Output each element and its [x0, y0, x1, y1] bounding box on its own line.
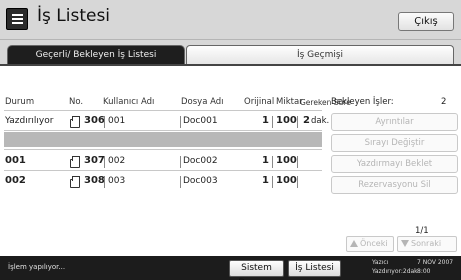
status-message: İşlem yapılıyor... [8, 263, 66, 271]
details-button[interactable]: Ayrıntılar [331, 113, 458, 131]
job-list-button[interactable]: İş Listesi [288, 260, 341, 277]
column-separator [297, 116, 298, 128]
row-divider [4, 130, 322, 131]
row-quantity: 100 [276, 115, 297, 126]
column-separator [272, 176, 273, 188]
status-time: 8:00 [417, 268, 431, 275]
status-date: 7 NOV 2007 [417, 259, 454, 266]
column-separator [180, 176, 181, 188]
row-job-number: 307 [84, 155, 105, 166]
title-bar: İş Listesi Çıkış [0, 0, 461, 40]
row-job-number: 306 [84, 115, 105, 126]
column-separator [272, 156, 273, 168]
row-original: 1 [262, 155, 269, 166]
column-separator [297, 176, 298, 188]
pending-jobs-label: Bekleyen İşler: [331, 97, 394, 107]
page-indicator: 1/1 [415, 226, 429, 236]
row-divider [4, 170, 322, 171]
row-user: 002 [108, 156, 126, 166]
delete-reservation-button[interactable]: Rezervasyonu Sil [331, 176, 458, 194]
row-time-unit: dak. [311, 116, 330, 126]
printer-icon [70, 116, 80, 128]
row-original: 1 [262, 175, 269, 186]
row-divider [4, 149, 322, 150]
arrow-up-icon [350, 240, 358, 247]
tab-job-history[interactable]: İş Geçmişi [186, 45, 454, 64]
row-original: 1 [262, 115, 269, 126]
row-file: Doc001 [183, 116, 218, 126]
printer-icon [70, 176, 80, 188]
row-status: Yazdırılıyor [5, 116, 54, 126]
column-header-file: Dosya Adı [181, 97, 224, 107]
previous-button[interactable]: Önceki [346, 236, 394, 252]
job-list-icon [6, 8, 28, 30]
column-separator [272, 116, 273, 128]
column-separator [180, 156, 181, 168]
column-header-user: Kullanıcı Adı [103, 97, 155, 107]
row-job-number: 308 [84, 175, 105, 186]
page-title: İş Listesi [37, 6, 111, 26]
next-label: Sonraki [411, 239, 442, 248]
row-status: 001 [5, 155, 26, 166]
arrow-down-icon [401, 240, 409, 247]
column-header-quantity: Miktar [276, 97, 303, 107]
column-separator [297, 156, 298, 168]
column-separator [104, 116, 105, 128]
row-quantity: 100 [276, 155, 297, 166]
row-quantity: 100 [276, 175, 297, 186]
column-header-status: Durum [5, 97, 35, 107]
row-file: Doc003 [183, 176, 218, 186]
change-order-button[interactable]: Sırayı Değiştir [331, 134, 458, 152]
hold-print-button[interactable]: Yazdırmayı Beklet [331, 155, 458, 173]
column-separator [104, 156, 105, 168]
row-time: 2 [303, 115, 310, 126]
row-user: 003 [108, 176, 126, 186]
pending-jobs-count: 2 [441, 97, 447, 107]
tab-current-pending-jobs[interactable]: Geçerli/ Bekleyen İş Listesi [7, 45, 185, 64]
printer-label: Yazıcı [372, 259, 389, 266]
column-separator [180, 116, 181, 128]
exit-button[interactable]: Çıkış [398, 12, 454, 31]
selected-row-highlight[interactable] [4, 132, 322, 147]
row-file: Doc002 [183, 156, 218, 166]
next-button[interactable]: Sonraki [397, 236, 457, 252]
previous-label: Önceki [360, 239, 388, 248]
column-header-original: Orijinal [244, 97, 275, 107]
system-status-button[interactable]: Sistem Durumu [229, 260, 284, 280]
row-user: 001 [108, 116, 126, 126]
status-bar: İşlem yapılıyor... Sistem Durumu İş List… [0, 256, 461, 280]
header-divider [4, 110, 322, 111]
row-status: 002 [5, 175, 26, 186]
column-header-no: No. [69, 97, 84, 107]
column-separator [104, 176, 105, 188]
printer-state: Yazdırıyor:2dak [372, 268, 418, 275]
printer-icon [70, 156, 80, 168]
